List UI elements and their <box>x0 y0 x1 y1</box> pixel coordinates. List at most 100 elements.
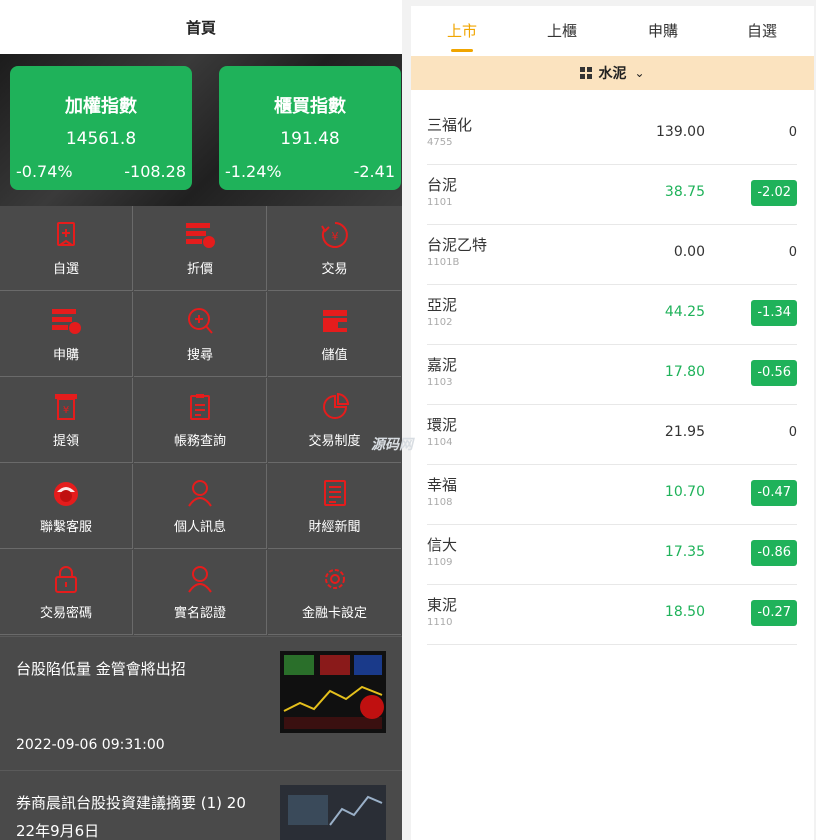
gear-icon <box>324 569 345 589</box>
stock-row[interactable]: 嘉泥 1103 17.80 -0.56 <box>427 344 797 405</box>
lock-icon <box>55 566 77 593</box>
grid-icon <box>580 67 593 79</box>
stock-change-badge: -0.56 <box>751 360 797 386</box>
stock-row[interactable]: 台泥 1101 38.75 -2.02 <box>427 164 797 225</box>
stock-row[interactable]: 亞泥 1102 44.25 -1.34 <box>427 284 797 345</box>
news-title-line1: 券商晨訊台股投資建議摘要 (1) 20 <box>16 794 246 812</box>
menu-item-discount[interactable]: 折價 <box>134 206 267 291</box>
menu-item-personal-message[interactable]: 個人訊息 <box>134 464 267 549</box>
svg-text:¥: ¥ <box>63 405 69 416</box>
watermark: 源码网 <box>371 437 413 453</box>
index-change: -2.41 <box>353 162 395 181</box>
category-label: 水泥 <box>598 66 627 82</box>
index-value: 14561.8 <box>65 129 137 149</box>
menu-item-trade[interactable]: ¥ 交易 <box>268 206 401 291</box>
stock-code: 4755 <box>427 137 453 148</box>
menu-label: 提領 <box>52 434 79 449</box>
index-percent: -0.74% <box>16 162 73 181</box>
stock-code: 1103 <box>427 377 453 388</box>
market-tabs: 上市 上櫃 申購 自選 <box>411 6 814 56</box>
news-item[interactable]: 台股陷低量 金管會將出招 2022-09-06 09:31:00 <box>0 636 402 771</box>
stock-row[interactable]: 東泥 1110 18.50 -0.27 <box>427 584 797 645</box>
chevron-down-icon: ⌄ <box>634 66 645 80</box>
stock-code: 1101 <box>427 197 453 208</box>
news-item[interactable]: 券商晨訊台股投資建議摘要 (1) 20 22年9月6日 <box>0 770 402 840</box>
tab-watchlist[interactable]: 自選 <box>747 20 777 41</box>
withdraw-icon: ¥ <box>55 394 77 420</box>
menu-label: 儲值 <box>321 348 348 363</box>
index-card-taiex[interactable]: 加權指數 14561.8 -0.74% -108.28 <box>10 66 192 190</box>
stock-price: 38.75 <box>664 184 705 200</box>
news-icon <box>323 480 346 506</box>
menu-label: 金融卡設定 <box>301 606 367 621</box>
stock-price: 21.95 <box>664 424 705 440</box>
stock-row[interactable]: 台泥乙特 1101B 0.00 0 <box>427 224 797 285</box>
discount-icon <box>186 223 215 248</box>
index-card-otc[interactable]: 櫃買指數 191.48 -1.24% -2.41 <box>219 66 401 190</box>
index-name: 櫃買指數 <box>274 96 346 117</box>
menu-item-search[interactable]: 搜尋 <box>134 292 267 377</box>
stock-row[interactable]: 環泥 1104 21.95 0 <box>427 404 797 465</box>
trade-icon: ¥ <box>320 222 348 248</box>
search-icon <box>188 308 213 334</box>
menu-label: 交易密碼 <box>39 606 92 621</box>
stock-code: 1109 <box>427 557 453 568</box>
stock-row[interactable]: 三福化 4755 139.00 0 <box>427 104 797 165</box>
menu-item-customer-service[interactable]: 聯繫客服 <box>0 464 133 549</box>
stock-code: 1104 <box>427 437 453 448</box>
stock-code: 1110 <box>427 617 453 628</box>
menu-item-account-query[interactable]: 帳務查詢 <box>134 378 267 463</box>
menu-label: 聯繫客服 <box>39 520 92 535</box>
market-panel: 上市 上櫃 申購 自選 水泥 ⌄ 三福化 4755 139.00 0 台泥 1101 38.… <box>371 6 814 840</box>
menu-item-finance-news[interactable]: 財經新聞 <box>268 464 401 549</box>
home-panel: 首頁 加權指數 14561.8 -0.74% -108.28 櫃買指數 191.… <box>0 0 402 840</box>
index-percent: -1.24% <box>225 162 282 181</box>
customer-service-icon <box>54 482 78 506</box>
stock-name: 台泥乙特 <box>427 236 488 254</box>
tab-subscribe[interactable]: 申購 <box>648 20 678 41</box>
stock-row[interactable]: 幸福 1108 10.70 -0.47 <box>427 464 797 525</box>
menu-label: 折價 <box>186 262 213 277</box>
stock-change-badge: 0 <box>788 425 797 440</box>
menu-label: 申購 <box>52 348 79 363</box>
stock-name: 東泥 <box>427 596 458 614</box>
stock-row[interactable]: 信大 1109 17.35 -0.86 <box>427 524 797 585</box>
stock-change-badge: -0.86 <box>751 540 797 566</box>
menu-item-identity-verify[interactable]: 實名認證 <box>134 550 267 635</box>
stock-change-badge: -2.02 <box>751 180 797 206</box>
stock-change-badge: -1.34 <box>751 300 797 326</box>
stock-price: 17.35 <box>664 544 705 560</box>
category-selector[interactable]: 水泥 ⌄ <box>411 56 814 90</box>
tab-listed[interactable]: 上市 <box>447 20 477 41</box>
star-list-icon <box>57 222 75 246</box>
stock-name: 嘉泥 <box>427 356 458 374</box>
active-tab-indicator <box>451 49 473 52</box>
stock-name: 亞泥 <box>427 296 458 314</box>
stock-price: 44.25 <box>664 304 705 320</box>
stock-price: 10.70 <box>664 484 705 500</box>
menu-item-withdraw[interactable]: ¥ 提領 <box>0 378 133 463</box>
user-icon <box>188 480 212 507</box>
wallet-icon <box>322 310 347 332</box>
subscribe-icon <box>52 309 81 334</box>
stock-change-badge: 0 <box>788 125 797 140</box>
news-title: 台股陷低量 金管會將出招 <box>16 660 186 678</box>
menu-label: 自選 <box>52 262 79 277</box>
news-time: 2022-09-06 09:31:00 <box>16 737 165 753</box>
menu-item-subscribe[interactable]: 申購 <box>0 292 133 377</box>
menu-item-trade-password[interactable]: 交易密碼 <box>0 550 133 635</box>
menu-item-deposit[interactable]: 儲值 <box>268 292 401 377</box>
menu-label: 財經新聞 <box>308 520 361 535</box>
news-thumbnail <box>280 785 386 840</box>
menu-item-card-settings[interactable]: 金融卡設定 <box>268 550 401 635</box>
menu-label: 交易 <box>321 262 348 277</box>
stock-price: 0.00 <box>673 244 705 260</box>
stock-name: 幸福 <box>427 476 458 494</box>
news-title-line2: 22年9月6日 <box>16 822 100 840</box>
index-change: -108.28 <box>124 162 186 181</box>
stock-code: 1102 <box>427 317 453 328</box>
stock-code: 1108 <box>427 497 453 508</box>
tab-otc[interactable]: 上櫃 <box>547 20 577 41</box>
menu-label: 實名認證 <box>173 606 226 621</box>
menu-item-watchlist[interactable]: 自選 <box>0 206 133 291</box>
